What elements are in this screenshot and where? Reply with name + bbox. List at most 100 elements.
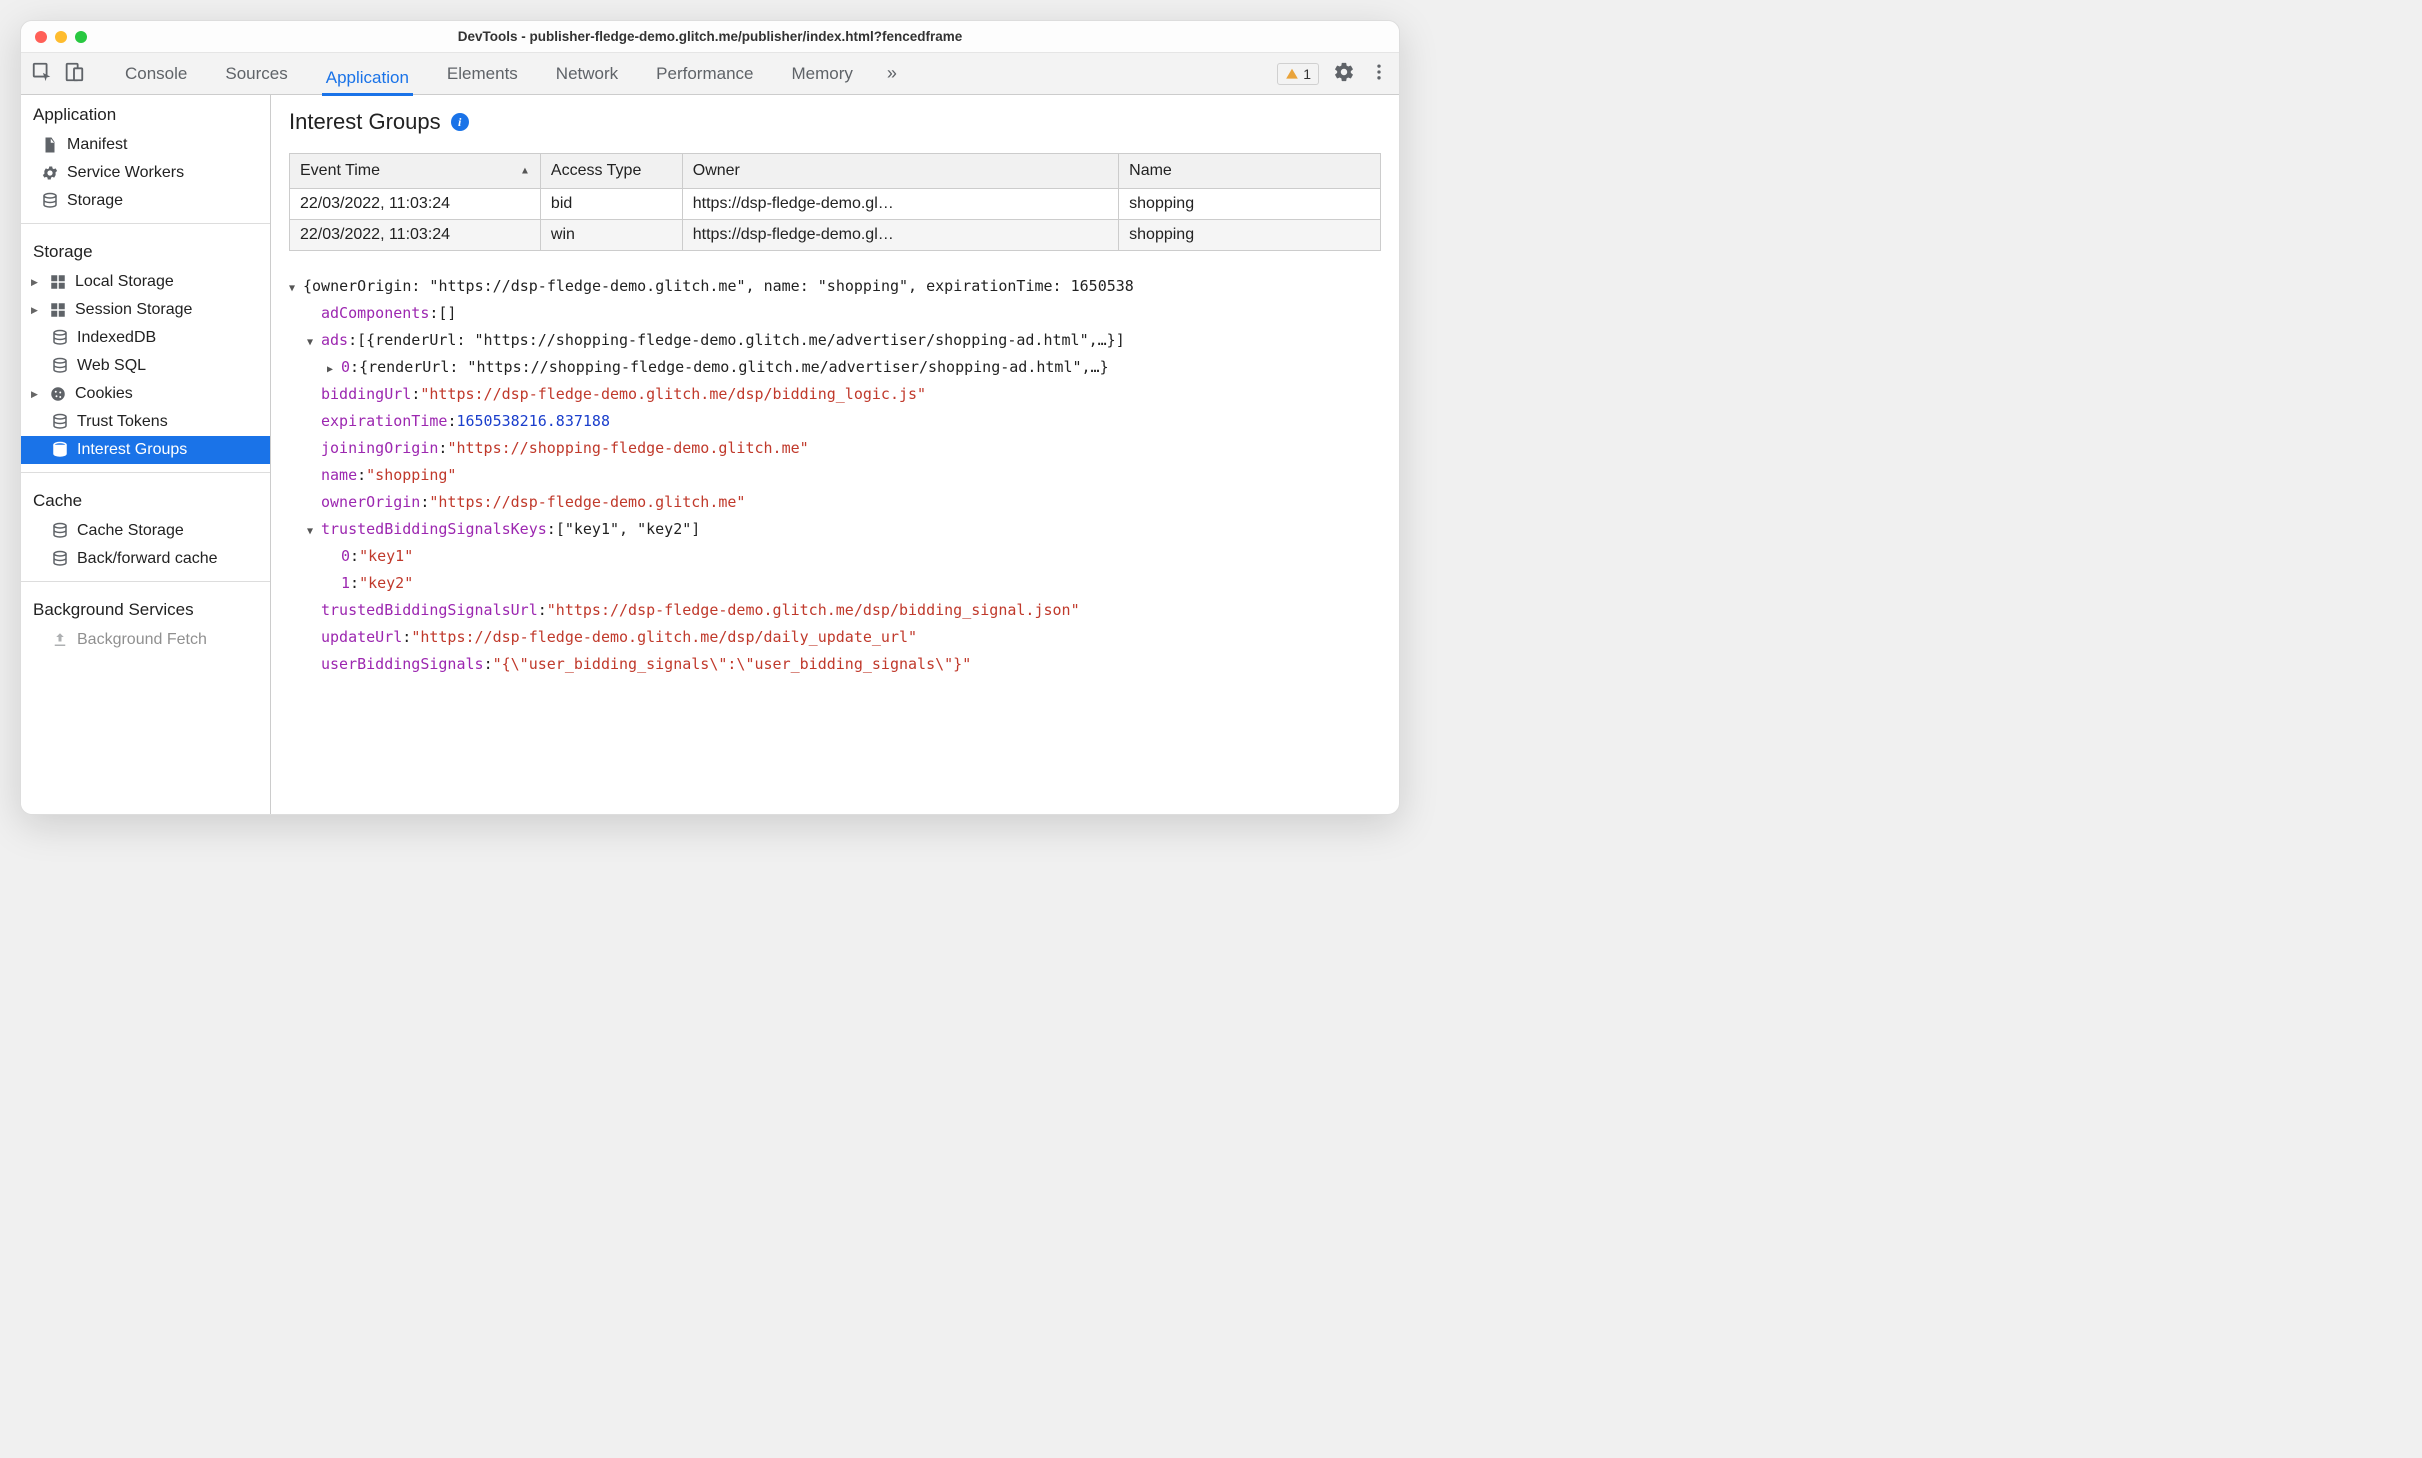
settings-icon[interactable] bbox=[1333, 61, 1355, 86]
tab-console[interactable]: Console bbox=[121, 56, 191, 92]
sidebar-item-cache-storage[interactable]: Cache Storage bbox=[21, 517, 270, 545]
sidebar-item-local-storage[interactable]: Local Storage bbox=[21, 268, 270, 296]
tab-performance[interactable]: Performance bbox=[652, 56, 757, 92]
db-icon bbox=[51, 522, 69, 540]
cell-access-type: bid bbox=[540, 189, 682, 220]
main-toolbar: Console Sources Application Elements Net… bbox=[21, 53, 1399, 95]
upload-icon bbox=[51, 631, 69, 649]
cookie-icon bbox=[49, 385, 67, 403]
table-row[interactable]: 22/03/2022, 11:03:24 win https://dsp-fle… bbox=[290, 220, 1381, 251]
cell-event-time: 22/03/2022, 11:03:24 bbox=[290, 189, 541, 220]
tab-elements[interactable]: Elements bbox=[443, 56, 522, 92]
sidebar-item-service-workers[interactable]: Service Workers bbox=[21, 159, 270, 187]
traffic-lights bbox=[35, 31, 87, 43]
db-icon bbox=[51, 441, 69, 459]
tree-prop-ownerorigin[interactable]: ownerOrigin: "https://dsp-fledge-demo.gl… bbox=[289, 489, 1381, 516]
devtools-window: DevTools - publisher-fledge-demo.glitch.… bbox=[20, 20, 1400, 815]
tree-prop-joiningorigin[interactable]: joiningOrigin: "https://shopping-fledge-… bbox=[289, 435, 1381, 462]
tab-memory[interactable]: Memory bbox=[787, 56, 856, 92]
device-toolbar-icon[interactable] bbox=[63, 61, 85, 86]
divider bbox=[21, 581, 270, 582]
sidebar-item-indexeddb[interactable]: IndexedDB bbox=[21, 324, 270, 352]
tree-prop-biddingurl[interactable]: biddingUrl: "https://dsp-fledge-demo.gli… bbox=[289, 381, 1381, 408]
grid-icon bbox=[49, 301, 67, 319]
col-event-time[interactable]: Event Time▲ bbox=[290, 154, 541, 189]
sidebar-item-manifest[interactable]: Manifest bbox=[21, 131, 270, 159]
sidebar-item-label: Back/forward cache bbox=[77, 550, 218, 568]
col-name[interactable]: Name bbox=[1119, 154, 1381, 189]
sidebar-item-label: Cookies bbox=[75, 385, 133, 403]
db-icon bbox=[51, 550, 69, 568]
tree-root[interactable]: {ownerOrigin: "https://dsp-fledge-demo.g… bbox=[289, 273, 1381, 300]
tree-prop-expirationtime[interactable]: expirationTime: 1650538216.837188 bbox=[289, 408, 1381, 435]
inspect-element-icon[interactable] bbox=[31, 61, 53, 86]
tree-prop-trustedkeys-0[interactable]: 0: "key1" bbox=[289, 543, 1381, 570]
close-window-button[interactable] bbox=[35, 31, 47, 43]
tree-prop-trustedkeys-1[interactable]: 1: "key2" bbox=[289, 570, 1381, 597]
sidebar-item-bfcache[interactable]: Back/forward cache bbox=[21, 545, 270, 573]
sidebar-item-label: Trust Tokens bbox=[77, 413, 168, 431]
application-sidebar: Application Manifest Service Workers Sto… bbox=[21, 95, 271, 814]
tab-network[interactable]: Network bbox=[552, 56, 622, 92]
col-access-type[interactable]: Access Type bbox=[540, 154, 682, 189]
cell-owner: https://dsp-fledge-demo.gl… bbox=[682, 220, 1118, 251]
table-header-row: Event Time▲ Access Type Owner Name bbox=[290, 154, 1381, 189]
db-icon bbox=[51, 413, 69, 431]
more-options-icon[interactable] bbox=[1369, 62, 1389, 85]
sidebar-item-label: Cache Storage bbox=[77, 522, 184, 540]
section-storage: Storage bbox=[21, 232, 270, 268]
tree-prop-name[interactable]: name: "shopping" bbox=[289, 462, 1381, 489]
sidebar-item-label: Web SQL bbox=[77, 357, 146, 375]
table-row[interactable]: 22/03/2022, 11:03:24 bid https://dsp-fle… bbox=[290, 189, 1381, 220]
divider bbox=[21, 472, 270, 473]
info-icon[interactable]: i bbox=[451, 113, 469, 131]
sidebar-item-label: Storage bbox=[67, 192, 123, 210]
cell-name: shopping bbox=[1119, 220, 1381, 251]
maximize-window-button[interactable] bbox=[75, 31, 87, 43]
file-icon bbox=[41, 136, 59, 154]
more-tabs-button[interactable]: » bbox=[887, 63, 897, 84]
db-icon bbox=[51, 357, 69, 375]
sidebar-item-label: Background Fetch bbox=[77, 631, 207, 649]
section-cache: Cache bbox=[21, 481, 270, 517]
sidebar-item-label: Interest Groups bbox=[77, 441, 187, 459]
tree-prop-ads-0[interactable]: 0: {renderUrl: "https://shopping-fledge-… bbox=[289, 354, 1381, 381]
sidebar-item-interest-groups[interactable]: Interest Groups bbox=[21, 436, 270, 464]
page-title: Interest Groups i bbox=[289, 109, 1381, 135]
tab-application[interactable]: Application bbox=[322, 60, 413, 96]
tree-prop-trustedkeys[interactable]: trustedBiddingSignalsKeys: ["key1", "key… bbox=[289, 516, 1381, 543]
section-application: Application bbox=[21, 95, 270, 131]
gear-icon bbox=[41, 164, 59, 182]
cell-event-time: 22/03/2022, 11:03:24 bbox=[290, 220, 541, 251]
warnings-badge[interactable]: 1 bbox=[1277, 63, 1319, 85]
cell-access-type: win bbox=[540, 220, 682, 251]
sidebar-item-cookies[interactable]: Cookies bbox=[21, 380, 270, 408]
db-icon bbox=[51, 329, 69, 347]
tree-prop-ads[interactable]: ads: [{renderUrl: "https://shopping-fled… bbox=[289, 327, 1381, 354]
sidebar-item-session-storage[interactable]: Session Storage bbox=[21, 296, 270, 324]
minimize-window-button[interactable] bbox=[55, 31, 67, 43]
sidebar-item-background-fetch[interactable]: Background Fetch bbox=[21, 626, 270, 654]
tree-prop-adcomponents[interactable]: adComponents: [] bbox=[289, 300, 1381, 327]
panel-tabs: Console Sources Application Elements Net… bbox=[111, 56, 1271, 92]
sort-asc-icon: ▲ bbox=[520, 166, 530, 177]
grid-icon bbox=[49, 273, 67, 291]
divider bbox=[21, 223, 270, 224]
cell-name: shopping bbox=[1119, 189, 1381, 220]
sidebar-item-label: Session Storage bbox=[75, 301, 192, 319]
window-title: DevTools - publisher-fledge-demo.glitch.… bbox=[458, 29, 963, 44]
content-pane: Interest Groups i Event Time▲ Access Typ… bbox=[271, 95, 1399, 814]
tree-prop-userbiddingsignals[interactable]: userBiddingSignals: "{\"user_bidding_sig… bbox=[289, 651, 1381, 678]
sidebar-item-trust-tokens[interactable]: Trust Tokens bbox=[21, 408, 270, 436]
warning-icon bbox=[1285, 67, 1299, 81]
tab-sources[interactable]: Sources bbox=[221, 56, 291, 92]
sidebar-item-label: IndexedDB bbox=[77, 329, 156, 347]
col-owner[interactable]: Owner bbox=[682, 154, 1118, 189]
sidebar-item-label: Local Storage bbox=[75, 273, 174, 291]
db-icon bbox=[41, 192, 59, 210]
sidebar-item-web-sql[interactable]: Web SQL bbox=[21, 352, 270, 380]
sidebar-item-storage[interactable]: Storage bbox=[21, 187, 270, 215]
tree-prop-trustedurl[interactable]: trustedBiddingSignalsUrl: "https://dsp-f… bbox=[289, 597, 1381, 624]
warning-count: 1 bbox=[1303, 66, 1311, 82]
tree-prop-updateurl[interactable]: updateUrl: "https://dsp-fledge-demo.glit… bbox=[289, 624, 1381, 651]
